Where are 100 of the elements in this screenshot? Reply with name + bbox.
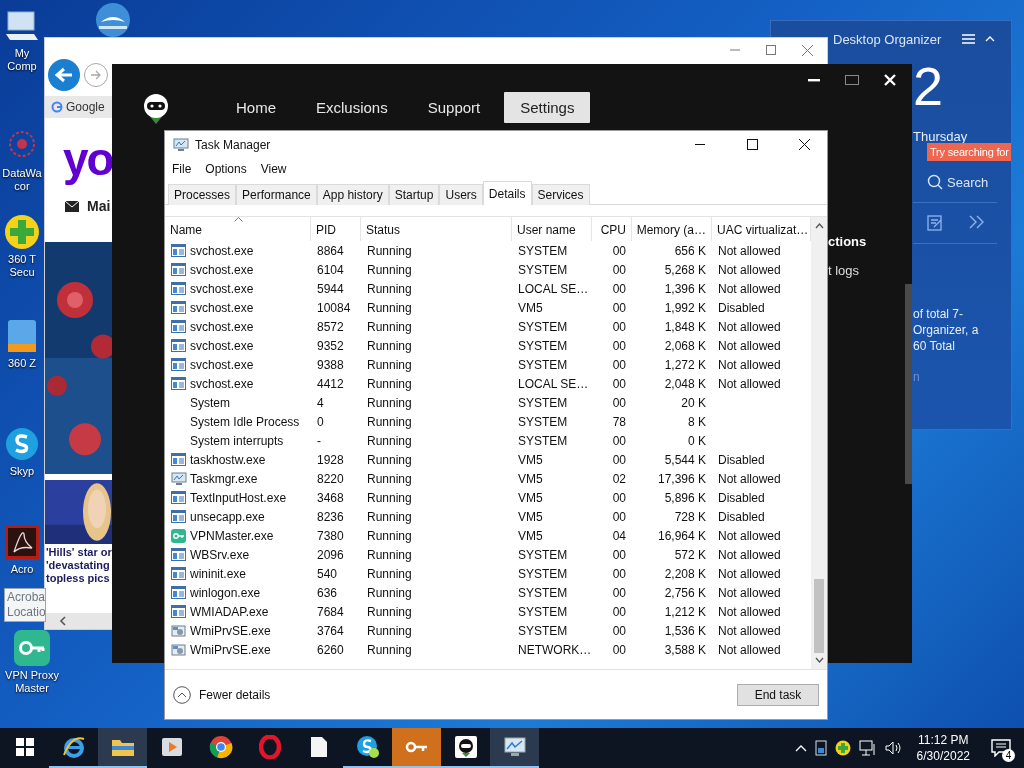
double-chevron-icon[interactable] bbox=[969, 215, 985, 229]
table-cell-text: 8864 bbox=[316, 243, 345, 258]
note-icon[interactable] bbox=[927, 215, 943, 231]
tab[interactable]: Users bbox=[439, 184, 483, 205]
maximize-icon[interactable] bbox=[766, 45, 776, 55]
taskbar-button[interactable] bbox=[98, 728, 147, 768]
table-cell-text: VM5 bbox=[517, 528, 544, 543]
plus-icon[interactable] bbox=[4, 214, 40, 250]
site-logo[interactable]: yo bbox=[63, 134, 113, 184]
column-header[interactable]: Status bbox=[361, 217, 512, 241]
caret-down-icon[interactable] bbox=[814, 657, 824, 663]
logs-link[interactable]: t logs bbox=[828, 263, 905, 278]
icon-label[interactable]: 360 T Secu bbox=[8, 253, 36, 279]
tab[interactable]: Startup bbox=[388, 184, 440, 205]
table-cell-text: LOCAL SE… bbox=[517, 376, 590, 391]
table-cell-text: Running bbox=[366, 338, 413, 353]
nav-tab[interactable]: Exclusions bbox=[300, 92, 404, 123]
nav-tab[interactable]: Support bbox=[411, 92, 497, 123]
nav-tab[interactable]: Home bbox=[220, 92, 292, 123]
notifications-button[interactable]: 4 bbox=[984, 728, 1018, 768]
table-cell-text: SYSTEM bbox=[517, 243, 569, 258]
table-cell-text: 8572 bbox=[316, 319, 345, 334]
tab[interactable]: Services bbox=[531, 184, 590, 205]
scrollbar-thumb[interactable] bbox=[814, 579, 824, 653]
caret-up-icon[interactable] bbox=[814, 223, 824, 229]
icon-label[interactable]: Acro bbox=[10, 563, 34, 576]
browser-tab[interactable]: Google bbox=[45, 96, 113, 118]
table-cell-text: 9388 bbox=[316, 357, 345, 372]
network-icon[interactable] bbox=[858, 740, 877, 756]
table-cell-text: 00 bbox=[611, 623, 627, 638]
end-task-button[interactable]: End task bbox=[737, 683, 819, 706]
icon-label[interactable]: VPN Proxy Master bbox=[5, 669, 59, 695]
table-cell-text: Disabled bbox=[717, 490, 766, 505]
menu-item[interactable]: File bbox=[172, 162, 192, 176]
search-icon bbox=[927, 174, 943, 190]
table-cell-text: SYSTEM bbox=[517, 566, 569, 581]
mail-link[interactable]: Mai bbox=[87, 198, 111, 214]
column-header[interactable]: User name bbox=[512, 217, 592, 241]
process-name: System Idle Process bbox=[190, 414, 300, 429]
news-headline[interactable]: 'Hills' star or 'devastating topless pics bbox=[45, 546, 113, 585]
search-link[interactable]: Search bbox=[927, 174, 997, 190]
fewer-details-button[interactable]: Fewer details bbox=[173, 685, 271, 704]
tab[interactable]: Performance bbox=[236, 184, 317, 205]
table-cell-text: SYSTEM bbox=[517, 433, 569, 448]
clock[interactable]: 11:12 PM 6/30/2022 bbox=[910, 733, 976, 763]
icon-label[interactable]: My Comp bbox=[7, 47, 37, 73]
table-cell-text: Running bbox=[366, 490, 413, 505]
scrollbar[interactable] bbox=[45, 613, 113, 629]
program-icon bbox=[171, 452, 186, 466]
pdf-icon[interactable] bbox=[4, 524, 40, 560]
table-cell-text: NETWORK… bbox=[517, 642, 592, 657]
table-cell-text: 0 bbox=[316, 414, 325, 429]
icon-label[interactable]: Skyp bbox=[9, 465, 35, 478]
table-cell-text: LOCAL SE… bbox=[517, 281, 590, 296]
skype-icon[interactable] bbox=[4, 426, 40, 462]
table-cell-text: Running bbox=[366, 414, 413, 429]
menu-item[interactable]: View bbox=[260, 162, 287, 176]
caret-icon[interactable] bbox=[985, 36, 995, 42]
menu-icon[interactable] bbox=[962, 34, 975, 44]
device-icon[interactable] bbox=[814, 740, 827, 756]
tab[interactable]: App history bbox=[316, 184, 389, 205]
table-cell-text: 8 K bbox=[687, 414, 707, 429]
service-icon bbox=[171, 623, 187, 638]
table-cell-text: VM5 bbox=[517, 471, 544, 486]
icon-label[interactable]: 360 Z bbox=[7, 357, 37, 370]
taskbar-button[interactable] bbox=[490, 728, 539, 768]
tab[interactable]: Processes bbox=[168, 184, 237, 205]
back-button[interactable] bbox=[48, 59, 80, 91]
tab[interactable]: Details bbox=[482, 181, 532, 205]
close-icon[interactable] bbox=[802, 44, 813, 56]
nav-tab[interactable]: Settings bbox=[504, 92, 591, 123]
scrollbar[interactable] bbox=[811, 217, 827, 669]
table-cell-text: 16,964 K bbox=[656, 528, 707, 543]
key-icon[interactable] bbox=[14, 630, 50, 666]
key-icon bbox=[171, 528, 186, 543]
table-cell-text: Running bbox=[366, 528, 413, 543]
minimize-icon bbox=[808, 78, 820, 82]
column-header[interactable]: Name bbox=[165, 217, 311, 241]
table-cell-text: 00 bbox=[611, 376, 627, 391]
notification-count: 4 bbox=[1002, 749, 1015, 762]
plus-icon[interactable] bbox=[834, 740, 851, 756]
table-cell-text: 00 bbox=[611, 262, 627, 277]
bird-icon[interactable] bbox=[95, 2, 131, 38]
robot-icon bbox=[453, 735, 478, 759]
table-cell-text: Disabled bbox=[717, 509, 766, 524]
monitor-icon bbox=[171, 471, 187, 486]
scrollbar-thumb[interactable] bbox=[905, 284, 912, 484]
table-cell-text: 2,756 K bbox=[663, 585, 707, 600]
table-cell-text: 00 bbox=[611, 490, 627, 505]
menu-item[interactable]: Options bbox=[205, 162, 247, 176]
arrow-right-icon bbox=[90, 70, 102, 80]
monitor-icon bbox=[173, 137, 189, 152]
speaker-icon[interactable] bbox=[884, 740, 903, 756]
table-cell-text: 1,272 K bbox=[663, 357, 707, 372]
table-cell-text: Running bbox=[366, 566, 413, 581]
column-header[interactable]: PID bbox=[311, 217, 361, 241]
icon-label[interactable]: DataWa cor bbox=[2, 167, 42, 193]
column-header[interactable]: CPU bbox=[592, 217, 632, 241]
column-header[interactable]: Memory (a… bbox=[632, 217, 712, 241]
table-cell-text: 1,848 K bbox=[663, 319, 707, 334]
